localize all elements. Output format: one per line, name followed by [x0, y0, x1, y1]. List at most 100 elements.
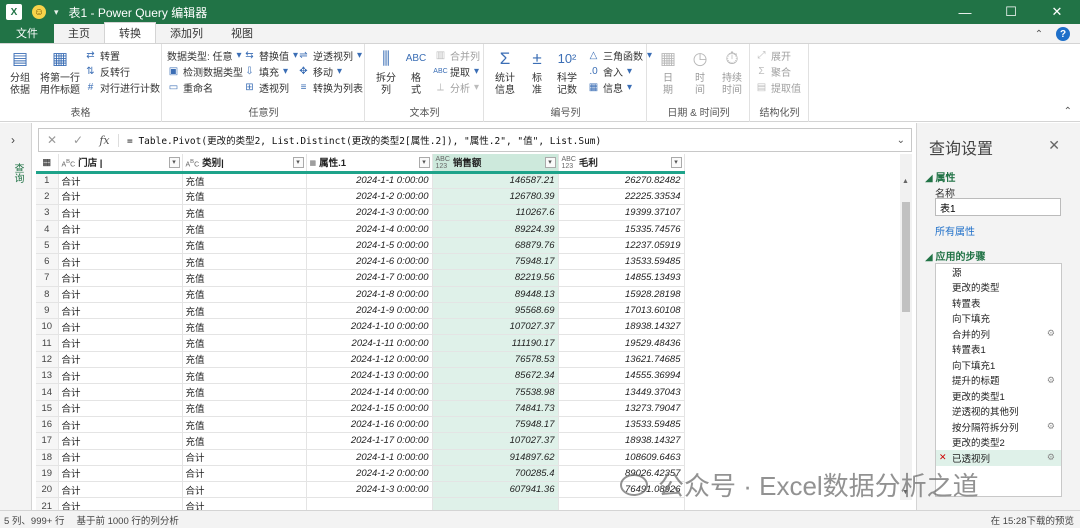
cell-margin[interactable]: 17013.60108: [558, 302, 685, 320]
cell-margin[interactable]: 108609.6463: [558, 449, 685, 466]
fx-icon[interactable]: fx: [91, 133, 119, 147]
help-icon[interactable]: ?: [1056, 27, 1070, 41]
cell-sales[interactable]: 126780.39: [432, 188, 559, 206]
any-type-icon[interactable]: ABC 123: [436, 156, 450, 169]
unpivot-columns-button[interactable]: ⇌ 逆透视列 ▾: [297, 48, 369, 63]
close-icon[interactable]: ✕: [1048, 137, 1060, 154]
queries-label[interactable]: 查询: [10, 163, 25, 183]
column-header-store[interactable]: ABC 门店 | ▾: [58, 154, 183, 174]
filter-dropdown-icon[interactable]: ▾: [292, 157, 304, 168]
quick-access-dropdown-icon[interactable]: ▾: [54, 7, 59, 18]
rounding-button[interactable]: .0 舍入 ▾: [587, 64, 639, 79]
gear-icon[interactable]: ⚙: [1047, 452, 1055, 463]
row-number[interactable]: 11: [36, 334, 59, 352]
group-by-button[interactable]: ▤ 分组 依据: [2, 48, 38, 97]
expand-formula-icon[interactable]: ⌄: [897, 135, 905, 146]
cell-category[interactable]: 合计: [182, 449, 307, 466]
cell-margin[interactable]: 13621.74685: [558, 351, 685, 369]
scrollbar-thumb[interactable]: [902, 202, 910, 312]
cell-store[interactable]: 合计: [58, 204, 183, 222]
table-row[interactable]: 3 合计 充值 2024-1-3 0:00:00 110267.6 19399.37107: [36, 204, 685, 222]
column-header-category[interactable]: ABC 类别| ▾: [182, 154, 307, 174]
commit-formula-icon[interactable]: ✓: [65, 133, 91, 147]
cell-category[interactable]: 充值: [182, 367, 307, 385]
duration-button[interactable]: ⏱ 持续 时间: [714, 48, 750, 97]
cell-sales[interactable]: 75538.98: [432, 383, 559, 401]
cell-category[interactable]: 充值: [182, 204, 307, 222]
table-row[interactable]: 19 合计 合计 2024-1-2 0:00:00 700285.4 89026.4235…: [36, 465, 685, 483]
cell-attr1[interactable]: 2024-1-1 0:00:00: [306, 172, 433, 189]
cell-store[interactable]: 合计: [58, 449, 183, 466]
row-number[interactable]: 18: [36, 449, 59, 466]
row-number[interactable]: 5: [36, 237, 59, 254]
cell-category[interactable]: 充值: [182, 334, 307, 352]
row-number[interactable]: 15: [36, 400, 59, 417]
cell-attr1[interactable]: 2024-1-8 0:00:00: [306, 286, 433, 303]
parse-button[interactable]: ⟂ 分析 ▾: [434, 80, 486, 95]
table-row[interactable]: 17 合计 充值 2024-1-17 0:00:00 107027.37 18938.14…: [36, 432, 685, 450]
table-row[interactable]: 15 合计 充值 2024-1-15 0:00:00 74841.73 13273.790…: [36, 400, 685, 417]
filter-dropdown-icon[interactable]: ▾: [544, 157, 556, 168]
properties-section[interactable]: ◢ 属性: [925, 169, 955, 184]
applied-step[interactable]: 合并的列 ⚙: [936, 326, 1061, 342]
cell-store[interactable]: 合计: [58, 220, 183, 238]
row-number[interactable]: 17: [36, 432, 59, 450]
cell-attr1[interactable]: 2024-1-17 0:00:00: [306, 432, 433, 450]
cell-attr1[interactable]: 2024-1-3 0:00:00: [306, 481, 433, 499]
cell-store[interactable]: 合计: [58, 237, 183, 254]
cell-category[interactable]: 充值: [182, 172, 307, 189]
column-header-attr1[interactable]: ▦ 属性.1 ▾: [306, 154, 433, 174]
chevron-up-icon[interactable]: ⌃: [1032, 27, 1046, 41]
cell-category[interactable]: 充值: [182, 383, 307, 401]
cell-attr1[interactable]: 2024-1-7 0:00:00: [306, 269, 433, 287]
cell-attr1[interactable]: 2024-1-16 0:00:00: [306, 416, 433, 434]
cell-margin[interactable]: 12237.05919: [558, 237, 685, 254]
cell-attr1[interactable]: [306, 497, 433, 510]
format-button[interactable]: ABC 格 式: [398, 48, 434, 97]
applied-step[interactable]: 逆透视的其他列: [936, 404, 1061, 420]
detect-type-button[interactable]: ▣ 检测数据类型: [167, 64, 243, 79]
table-corner-icon[interactable]: ▦: [36, 154, 59, 174]
row-number[interactable]: 1: [36, 172, 59, 189]
table-row[interactable]: 2 合计 充值 2024-1-2 0:00:00 126780.39 22225.3353…: [36, 188, 685, 206]
applied-step[interactable]: 更改的类型1: [936, 388, 1061, 404]
cell-sales[interactable]: 146587.21: [432, 172, 559, 189]
cell-sales[interactable]: 68879.76: [432, 237, 559, 254]
count-rows-button[interactable]: # 对行进行计数: [84, 80, 160, 95]
cell-margin[interactable]: 19529.48436: [558, 334, 685, 352]
time-button[interactable]: ◷ 时 间: [682, 48, 718, 97]
cancel-formula-icon[interactable]: ✕: [39, 133, 65, 147]
date-button[interactable]: ▦ 日 期: [650, 48, 686, 97]
all-properties-link[interactable]: 所有属性: [935, 223, 975, 238]
table-row[interactable]: 12 合计 充值 2024-1-12 0:00:00 76578.53 13621.746…: [36, 351, 685, 369]
collapse-ribbon-icon[interactable]: ⌃: [1064, 106, 1072, 117]
cell-sales[interactable]: 85672.34: [432, 367, 559, 385]
cell-margin[interactable]: 13533.59485: [558, 416, 685, 434]
delete-step-icon[interactable]: ✕: [939, 452, 947, 463]
cell-category[interactable]: 充值: [182, 237, 307, 254]
table-row[interactable]: 10 合计 充值 2024-1-10 0:00:00 107027.37 18938.14…: [36, 318, 685, 336]
cell-margin[interactable]: 26270.82482: [558, 172, 685, 189]
cell-category[interactable]: 充值: [182, 400, 307, 417]
cell-sales[interactable]: 75948.17: [432, 416, 559, 434]
move-button[interactable]: ✥ 移动 ▾: [297, 64, 349, 79]
tab-home[interactable]: 主页: [54, 23, 104, 43]
row-number[interactable]: 16: [36, 416, 59, 434]
applied-step[interactable]: ✕ 已透视列 ⚙: [936, 450, 1061, 466]
row-number[interactable]: 21: [36, 497, 59, 510]
cell-attr1[interactable]: 2024-1-3 0:00:00: [306, 204, 433, 222]
tab-view[interactable]: 视图: [217, 23, 267, 43]
cell-attr1[interactable]: 2024-1-12 0:00:00: [306, 351, 433, 369]
transpose-button[interactable]: ⇄ 转置: [84, 48, 120, 63]
cell-margin[interactable]: 19399.37107: [558, 204, 685, 222]
column-header-margin[interactable]: ABC 123 毛利 ▾: [558, 154, 685, 174]
cell-store[interactable]: 合计: [58, 188, 183, 206]
column-profile-status[interactable]: 基于前 1000 行的列分析: [76, 513, 178, 527]
cell-store[interactable]: 合计: [58, 416, 183, 434]
datetime-type-icon[interactable]: ▦: [310, 160, 317, 167]
minimize-button[interactable]: —: [942, 0, 988, 24]
tab-transform[interactable]: 转换: [104, 22, 156, 43]
cell-attr1[interactable]: 2024-1-2 0:00:00: [306, 465, 433, 483]
cell-sales[interactable]: 75948.17: [432, 253, 559, 271]
cell-store[interactable]: 合计: [58, 481, 183, 499]
